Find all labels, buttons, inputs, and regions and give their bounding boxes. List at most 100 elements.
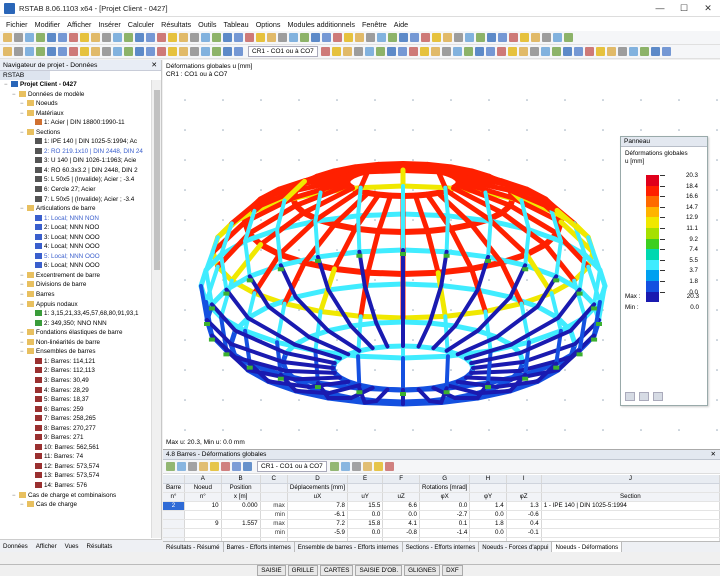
tree-item[interactable]: − Non-linéarités de barre xyxy=(0,338,152,348)
member-bar[interactable] xyxy=(243,291,257,333)
support-node[interactable] xyxy=(204,322,210,326)
toolbar-button-icon[interactable] xyxy=(366,33,375,42)
table-cell[interactable] xyxy=(221,510,261,520)
member-bar[interactable] xyxy=(356,185,363,218)
toolbar-button-icon[interactable] xyxy=(344,33,353,42)
toolbar-button-icon[interactable] xyxy=(540,47,550,56)
tree-item[interactable]: − Données de modèle xyxy=(0,90,152,100)
table-toolbar-icon[interactable] xyxy=(243,462,252,471)
tree-item[interactable]: − Noeuds xyxy=(0,99,152,109)
toolbar-button-icon[interactable] xyxy=(146,47,155,56)
expand-icon[interactable]: − xyxy=(20,501,27,511)
member-bar[interactable] xyxy=(444,213,450,254)
maximize-icon[interactable]: ☐ xyxy=(672,0,696,17)
tree-item[interactable]: 6: Barres: 259 xyxy=(0,405,152,415)
tree-item[interactable]: 4: RO 60.3x3.2 | DIN 2448, DIN 2 xyxy=(0,166,152,176)
tree-item[interactable]: 5: Barres: 18,37 xyxy=(0,395,152,405)
toolbar-button-icon[interactable] xyxy=(441,47,451,56)
toolbar-button-icon[interactable] xyxy=(507,47,517,56)
toolbar-button-icon[interactable] xyxy=(267,33,276,42)
member-bar[interactable] xyxy=(554,239,563,279)
toolbar-button-icon[interactable] xyxy=(58,47,67,56)
toolbar-button-icon[interactable] xyxy=(410,33,419,42)
toolbar-button-icon[interactable] xyxy=(311,33,320,42)
toolbar-button-icon[interactable] xyxy=(487,33,496,42)
table-toolbar-icon[interactable] xyxy=(188,462,197,471)
loadcase-combo[interactable]: CR1 - CO1 ou à CO7 xyxy=(248,46,318,57)
toolbar-button-icon[interactable] xyxy=(331,47,341,56)
menu-item[interactable]: Modules additionnels xyxy=(287,20,355,29)
toolbar-button-icon[interactable] xyxy=(476,33,485,42)
toolbar-button-icon[interactable] xyxy=(452,47,462,56)
member-bar[interactable] xyxy=(292,375,342,382)
toolbar-button-icon[interactable] xyxy=(135,47,144,56)
toolbar-button-icon[interactable] xyxy=(408,47,418,56)
member-bar[interactable] xyxy=(443,185,450,218)
status-toggle[interactable]: SAISIE xyxy=(257,565,286,576)
table-toolbar-icon[interactable] xyxy=(384,462,394,471)
table-cell[interactable]: min xyxy=(260,528,288,538)
tree-item[interactable]: − Matériaux xyxy=(0,109,152,119)
toolbar-button-icon[interactable] xyxy=(179,47,188,56)
member-bar[interactable] xyxy=(400,247,450,255)
tree-item[interactable]: − Cas de charge xyxy=(0,500,152,510)
menu-item[interactable]: Fichier xyxy=(6,20,28,29)
toolbar-button-icon[interactable] xyxy=(146,33,155,42)
member-bar[interactable] xyxy=(486,348,493,386)
toolbar-button-icon[interactable] xyxy=(91,47,100,56)
toolbar-button-icon[interactable] xyxy=(421,33,430,42)
toolbar-button-icon[interactable] xyxy=(399,33,408,42)
table-cell[interactable]: -2.7 xyxy=(419,510,471,520)
toolbar-button-icon[interactable] xyxy=(322,33,331,42)
table-cell[interactable]: 0.0 xyxy=(347,528,384,538)
tree-item[interactable]: 9: Barres: 271 xyxy=(0,433,152,443)
table-cell[interactable]: 0.000 xyxy=(221,501,261,511)
toolbar-button-icon[interactable] xyxy=(14,33,23,42)
table-cell[interactable]: -5.9 xyxy=(287,528,348,538)
navigator-tab[interactable]: Vues xyxy=(65,543,79,550)
support-node[interactable] xyxy=(277,267,284,272)
member-bar[interactable] xyxy=(355,353,406,361)
menu-item[interactable]: Afficher xyxy=(67,20,91,29)
toolbar-button-icon[interactable] xyxy=(25,33,34,42)
tree-item[interactable]: 3: Local; NNN OOO xyxy=(0,233,152,243)
table-cell[interactable]: max xyxy=(260,501,288,511)
tree-item[interactable]: − Appuis nodaux xyxy=(0,300,152,310)
tree-item[interactable]: − Sections xyxy=(0,128,152,138)
table-cell[interactable]: 15.8 xyxy=(347,519,384,529)
panel-settings-icon[interactable] xyxy=(639,392,649,401)
navigator-tab[interactable]: Afficher xyxy=(36,543,57,550)
navigator-root-tab[interactable]: RSTAB xyxy=(0,71,50,80)
toolbar-button-icon[interactable] xyxy=(91,33,100,42)
minimize-icon[interactable]: — xyxy=(648,0,672,17)
support-node[interactable] xyxy=(314,258,321,263)
result-table-tab[interactable]: Noeuds - Forces d'appui xyxy=(479,542,553,552)
table-cell[interactable]: 7.8 xyxy=(287,501,348,511)
member-bar[interactable] xyxy=(224,287,251,320)
status-toggle[interactable]: CARTES xyxy=(320,565,354,576)
support-node[interactable] xyxy=(485,385,492,390)
toolbar-button-icon[interactable] xyxy=(531,33,540,42)
table-row[interactable]: 9 1.557 max 7.2 15.8 4.1 0.1 1.8 0.4 xyxy=(163,519,720,529)
support-node[interactable] xyxy=(246,365,253,370)
toolbar-button-icon[interactable] xyxy=(485,47,495,56)
member-bar[interactable] xyxy=(243,239,252,279)
table-toolbar-icon[interactable] xyxy=(221,462,230,471)
table-cell[interactable] xyxy=(221,528,261,538)
table-row[interactable]: min -5.9 0.0 -0.8 -1.4 0.0 -0.1 xyxy=(163,528,720,538)
member-bar[interactable] xyxy=(356,213,362,254)
tree-item[interactable]: 5: Local; NNN OOO xyxy=(0,252,152,262)
result-table-tab[interactable]: Ensemble de barres - Efforts internes xyxy=(295,542,403,552)
member-bar[interactable] xyxy=(284,368,337,375)
toolbar-button-icon[interactable] xyxy=(564,33,573,42)
toolbar-button-icon[interactable] xyxy=(256,33,265,42)
member-bar[interactable] xyxy=(326,287,353,328)
support-node[interactable] xyxy=(208,306,215,311)
support-node[interactable] xyxy=(400,252,406,256)
toolbar-button-icon[interactable] xyxy=(419,47,429,56)
tree-item[interactable]: 2: Local; NNN NOO xyxy=(0,223,152,233)
toolbar-button-icon[interactable] xyxy=(80,33,89,42)
toolbar-button-icon[interactable] xyxy=(355,33,364,42)
toolbar-button-icon[interactable] xyxy=(496,47,506,56)
tree-item[interactable]: − Ensembles de barres xyxy=(0,347,152,357)
